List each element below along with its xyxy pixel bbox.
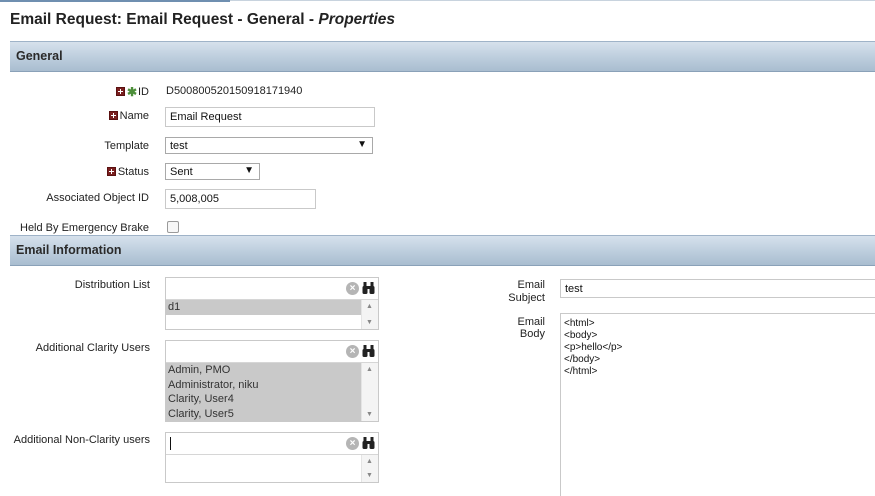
top-border	[0, 0, 875, 2]
scrollbar[interactable]: ▲ ▼	[361, 455, 378, 482]
list-item[interactable]: Clarity, User4	[166, 392, 361, 407]
text-cursor	[170, 437, 171, 450]
name-field[interactable]: Email Request	[165, 107, 375, 127]
binoculars-icon[interactable]	[362, 281, 375, 295]
name-label: Name	[108, 110, 149, 122]
status-label: Status	[106, 166, 149, 178]
associated-object-id-field[interactable]: 5,008,005	[165, 189, 316, 209]
page-title: Email Request: Email Request - General -…	[10, 11, 395, 29]
additional-clarity-users-items: Admin, PMO Administrator, niku Clarity, …	[166, 363, 361, 421]
clear-icon[interactable]: ×	[346, 437, 359, 450]
scroll-down-icon[interactable]: ▼	[366, 319, 373, 326]
list-item[interactable]: Clarity, User5	[166, 406, 361, 421]
scroll-up-icon[interactable]: ▲	[366, 366, 373, 373]
scroll-up-icon[interactable]: ▲	[366, 303, 373, 310]
template-select[interactable]: test ▼	[165, 137, 373, 154]
status-select[interactable]: Sent ▼	[165, 163, 260, 180]
additional-clarity-users-list[interactable]: Admin, PMO Administrator, niku Clarity, …	[166, 363, 378, 421]
additional-non-clarity-users-picker: × ▲ ▼	[165, 432, 379, 483]
scrollbar[interactable]: ▲ ▼	[361, 300, 378, 329]
scrollbar[interactable]: ▲ ▼	[361, 363, 378, 421]
distribution-list-label: Distribution List	[74, 279, 150, 291]
template-selected-value: test	[170, 140, 188, 152]
required-icon	[115, 87, 125, 96]
required-icon	[106, 167, 116, 176]
active-tab-indicator	[0, 0, 230, 2]
additional-clarity-users-picker: × Admin, PMO Administrator, niku Clarity…	[165, 340, 379, 422]
additional-non-clarity-users-items	[166, 455, 361, 482]
page-title-prefix: Email Request: Email Request - General -	[10, 11, 319, 28]
additional-non-clarity-users-label: Additional Non-Clarity users	[13, 434, 150, 446]
list-item[interactable]: Admin, PMO	[166, 363, 361, 378]
binoculars-icon[interactable]	[362, 344, 375, 358]
dropdown-arrow-icon: ▼	[244, 165, 254, 176]
email-subject-field[interactable]: test	[560, 279, 875, 298]
scroll-down-icon[interactable]: ▼	[366, 472, 373, 479]
distribution-list-input[interactable]: ×	[166, 278, 378, 300]
additional-clarity-users-input[interactable]: ×	[166, 341, 378, 363]
key-icon: ✱	[126, 85, 137, 99]
required-icon	[108, 111, 118, 120]
binoculars-icon[interactable]	[362, 436, 375, 450]
section-title-general: General	[16, 49, 63, 63]
id-label: ✱ID	[115, 85, 149, 99]
dropdown-arrow-icon: ▼	[357, 139, 367, 150]
list-item[interactable]: Administrator, niku	[166, 377, 361, 392]
email-body-label: Email Body	[517, 316, 545, 340]
clear-icon[interactable]: ×	[346, 282, 359, 295]
held-by-emergency-brake-checkbox[interactable]	[167, 221, 179, 233]
section-header-email-information[interactable]: Email Information	[10, 235, 875, 266]
section-header-general[interactable]: General	[10, 41, 875, 72]
associated-object-id-label: Associated Object ID	[46, 192, 149, 204]
scroll-up-icon[interactable]: ▲	[366, 458, 373, 465]
clear-icon[interactable]: ×	[346, 345, 359, 358]
distribution-list-items: d1	[166, 300, 361, 329]
page-title-suffix: Properties	[318, 11, 396, 28]
additional-clarity-users-label: Additional Clarity Users	[35, 342, 150, 354]
scroll-down-icon[interactable]: ▼	[366, 411, 373, 418]
email-body-textarea[interactable]: <html> <body> <p>hello</p> </body> </htm…	[560, 313, 875, 496]
section-title-email-information: Email Information	[16, 243, 122, 257]
list-item[interactable]: d1	[166, 300, 361, 315]
email-subject-label: Email Subject	[508, 279, 545, 304]
held-by-emergency-brake-label: Held By Emergency Brake	[20, 222, 149, 234]
distribution-list-picker: × d1 ▲ ▼	[165, 277, 379, 330]
id-value: D50080052015091817194​0	[166, 85, 303, 97]
distribution-list-list[interactable]: d1 ▲ ▼	[166, 300, 378, 329]
additional-non-clarity-users-list[interactable]: ▲ ▼	[166, 455, 378, 482]
tab-strip-line	[230, 0, 875, 1]
additional-non-clarity-users-input[interactable]: ×	[166, 433, 378, 455]
status-selected-value: Sent	[170, 166, 193, 178]
template-label: Template	[104, 140, 149, 152]
